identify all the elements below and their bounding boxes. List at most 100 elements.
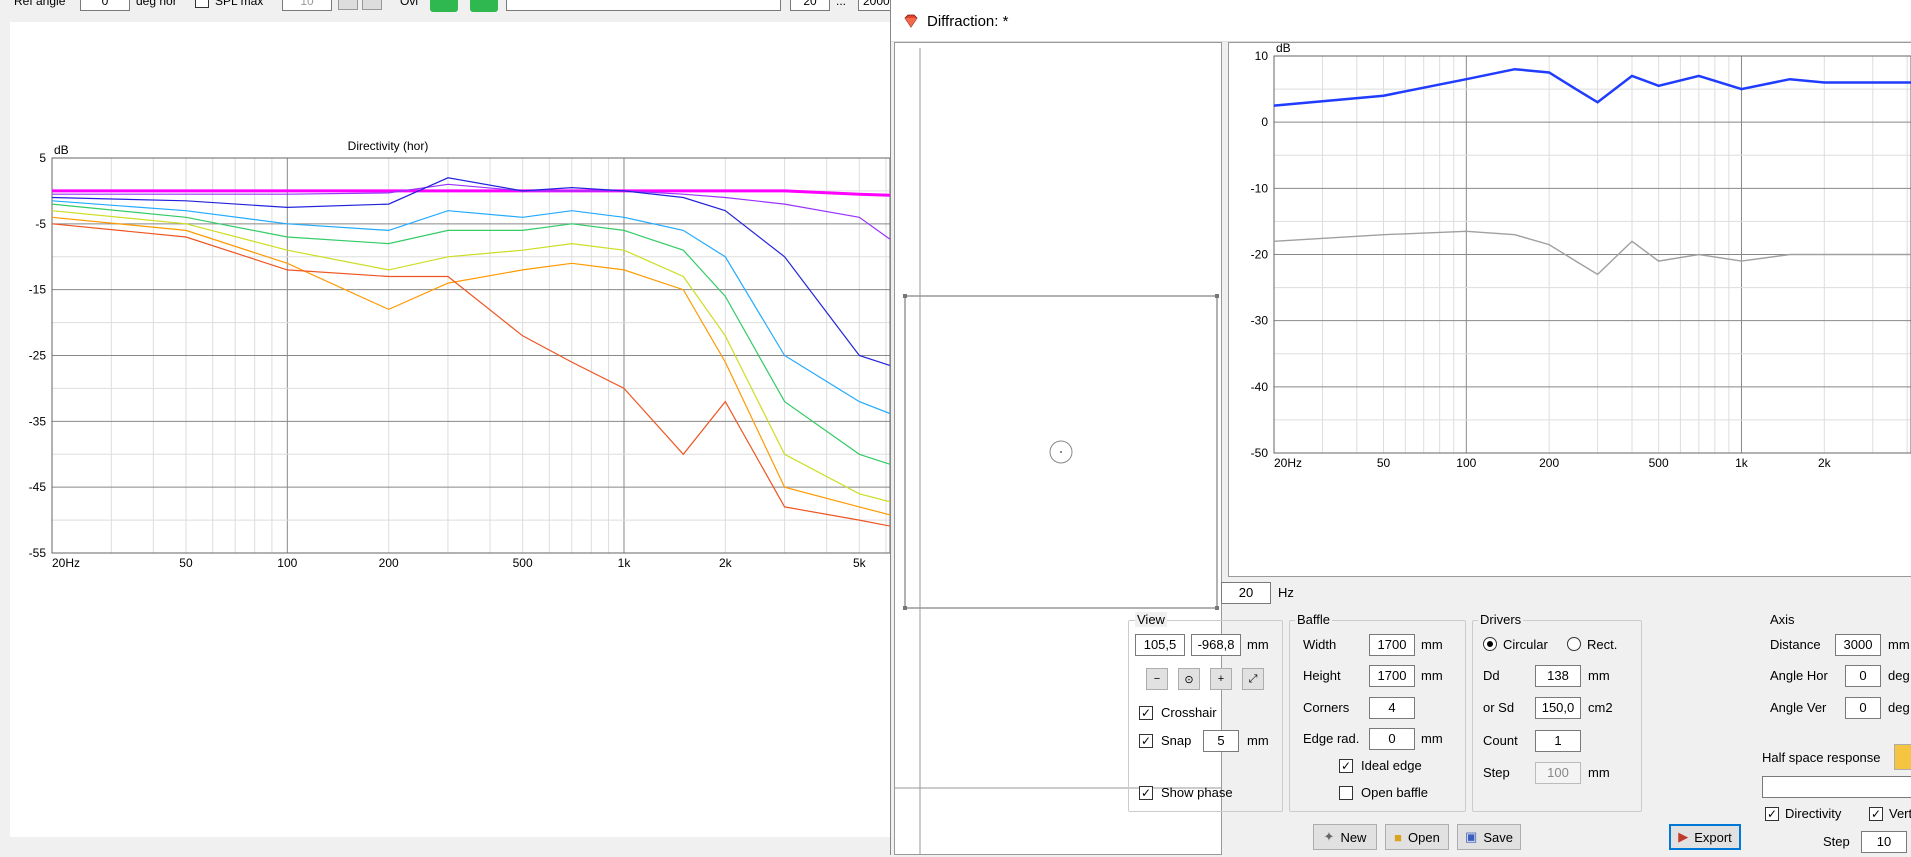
directivity-chart: 5-5-15-25-35-45-5520Hz501002005001k2k5k1…: [29, 139, 1066, 570]
spl-max-checkbox[interactable]: [195, 0, 209, 8]
vertical-checkbox[interactable]: ✓: [1869, 807, 1883, 821]
sd-input[interactable]: 150,0: [1535, 697, 1581, 719]
directivity-checkbox[interactable]: ✓: [1765, 807, 1779, 821]
zoom-out-icon[interactable]: −: [1146, 668, 1168, 690]
edge-radius-label: Edge rad.: [1303, 731, 1360, 746]
remove-icon[interactable]: [470, 0, 498, 12]
baffle-height-unit: mm: [1421, 668, 1443, 683]
snap-input[interactable]: 5: [1203, 730, 1239, 752]
x-tick-label: 20Hz: [52, 556, 80, 570]
y-tick-label: -15: [29, 283, 47, 297]
arrow-up-button[interactable]: [362, 0, 382, 10]
range-ellipsis: ...: [836, 0, 847, 8]
baffle-corners-input[interactable]: 4: [1369, 697, 1415, 719]
edge-radius-input[interactable]: 0: [1369, 728, 1415, 750]
sd-unit: cm2: [1588, 700, 1613, 715]
circular-radio[interactable]: [1483, 637, 1497, 651]
circular-label: Circular: [1503, 637, 1548, 652]
x-tick-label: 2k: [1818, 456, 1832, 470]
axis-step-label: Step: [1823, 834, 1850, 849]
dd-unit: mm: [1588, 668, 1610, 683]
dialog-title: Diffraction: *: [927, 13, 1009, 30]
export-icon: ▶: [1678, 829, 1689, 844]
crosshair-checkbox[interactable]: ✓: [1139, 706, 1153, 720]
deg-hor-label: deg hor: [136, 0, 177, 8]
show-phase-checkbox[interactable]: ✓: [1139, 786, 1153, 800]
axis-title: Axis: [1770, 612, 1795, 627]
new-button[interactable]: ✦ New: [1313, 824, 1377, 850]
export-button[interactable]: ▶ Export: [1669, 824, 1741, 850]
fit-view-icon[interactable]: ⤢: [1242, 668, 1264, 690]
arrow-down-button[interactable]: [338, 0, 358, 10]
snap-checkbox[interactable]: ✓: [1139, 734, 1153, 748]
directivity-label: Directivity: [1785, 806, 1842, 821]
view-x-input[interactable]: 105,5: [1135, 634, 1185, 656]
angle-ver-label: Angle Ver: [1770, 700, 1827, 715]
x-tick-label: 5k: [853, 556, 867, 570]
add-icon[interactable]: [430, 0, 458, 12]
y-axis-label: dB: [1276, 43, 1291, 55]
dd-input[interactable]: 138: [1535, 665, 1581, 687]
snap-unit: mm: [1247, 733, 1269, 748]
show-phase-label: Show phase: [1161, 785, 1233, 800]
x-tick-label: 20Hz: [1274, 456, 1302, 470]
sd-label: or Sd: [1483, 700, 1515, 715]
angle-ver-input[interactable]: 0: [1845, 697, 1881, 719]
vertical-label: Verti: [1889, 806, 1911, 821]
x-tick-label: 50: [1377, 456, 1391, 470]
zoom-in-icon[interactable]: +: [1210, 668, 1232, 690]
x-tick-label: 2k: [719, 556, 733, 570]
open-button[interactable]: ■ Open: [1385, 824, 1449, 850]
y-tick-label: 5: [39, 151, 46, 165]
edge-radius-unit: mm: [1421, 731, 1443, 746]
chart-labels: 5-5-15-25-35-45-5520Hz501002005001k2k5k1…: [29, 139, 1066, 570]
response-plot-panel: 100-10-20-30-40-5020Hz501002005001k2k5kd…: [1228, 41, 1911, 577]
view-y-input[interactable]: -968,8: [1191, 634, 1241, 656]
y-tick-label: 0: [1261, 115, 1268, 129]
y-tick-label: -5: [35, 217, 46, 231]
crosshair-label: Crosshair: [1161, 705, 1217, 720]
ideal-edge-checkbox[interactable]: ✓: [1339, 759, 1353, 773]
baffle-width-input[interactable]: 1700: [1369, 634, 1415, 656]
freq-low-input[interactable]: 20: [790, 0, 830, 11]
dd-label: Dd: [1483, 668, 1500, 683]
y-tick-label: -20: [1251, 248, 1269, 262]
spl-max-input[interactable]: 10: [282, 0, 332, 11]
baffle-height-label: Height: [1303, 668, 1341, 683]
directivity-chart-panel: 5-5-15-25-35-45-5520Hz501002005001k2k5k1…: [10, 22, 1066, 837]
open-baffle-checkbox[interactable]: [1339, 786, 1353, 800]
y-axis-label: dB: [54, 143, 69, 157]
wand-icon: ✦: [1323, 829, 1335, 844]
ref-angle-label: Ref angle: [14, 0, 66, 8]
count-label: Count: [1483, 733, 1518, 748]
x-tick-label: 100: [277, 556, 297, 570]
dialog-titlebar[interactable]: Diffraction: *: [891, 0, 1911, 42]
x-tick-label: 50: [179, 556, 193, 570]
axis-step-input[interactable]: 10: [1861, 831, 1907, 853]
ref-angle-input[interactable]: 0: [80, 0, 130, 11]
half-space-input[interactable]: [1762, 776, 1911, 798]
count-input[interactable]: 1: [1535, 730, 1581, 752]
folder-icon[interactable]: [1894, 744, 1911, 770]
zoom-reset-icon[interactable]: ⊙: [1178, 668, 1200, 690]
distance-input[interactable]: 3000: [1835, 634, 1881, 656]
angle-hor-input[interactable]: 0: [1845, 665, 1881, 687]
driver-step-label: Step: [1483, 765, 1510, 780]
y-tick-label: -10: [1251, 181, 1269, 195]
drivers-title: Drivers: [1478, 612, 1524, 627]
y-tick-label: -35: [29, 414, 47, 428]
floppy-icon: ▣: [1465, 829, 1478, 844]
distance-unit: mm: [1888, 637, 1910, 652]
overlay-input[interactable]: [506, 0, 781, 11]
y-tick-label: -45: [29, 480, 47, 494]
frequency-input[interactable]: 20: [1221, 582, 1271, 604]
save-button[interactable]: ▣ Save: [1457, 824, 1521, 850]
y-tick-label: -50: [1251, 446, 1269, 460]
rect-radio[interactable]: [1567, 637, 1581, 651]
y-tick-label: -55: [29, 546, 47, 560]
series-line-1: [1273, 230, 1911, 276]
angle-hor-unit: deg: [1888, 668, 1910, 683]
chart-title: Directivity (hor): [348, 139, 429, 153]
y-tick-label: -40: [1251, 380, 1269, 394]
baffle-height-input[interactable]: 1700: [1369, 665, 1415, 687]
